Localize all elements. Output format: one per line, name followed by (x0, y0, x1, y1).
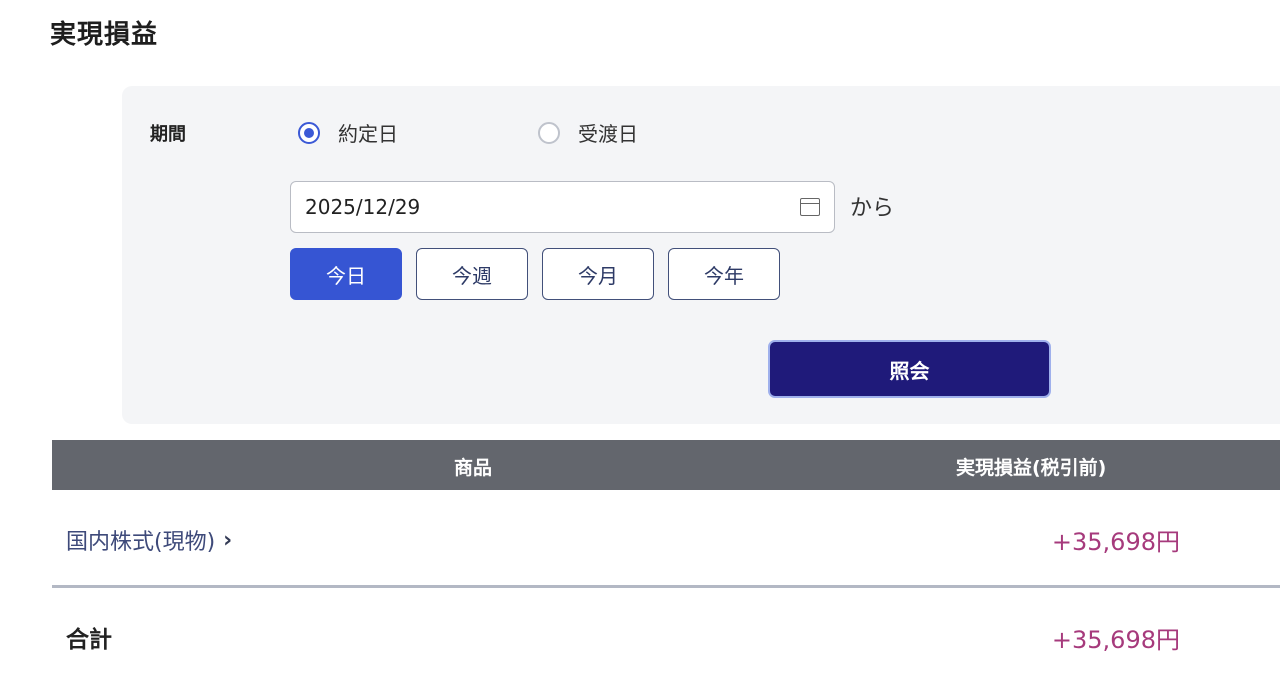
this-month-button[interactable]: 今月 (542, 248, 654, 300)
period-label: 期間 (150, 124, 186, 145)
row-value: +35,698円 (1051, 528, 1180, 556)
date-suffix: から (850, 196, 895, 221)
header-product: 商品 (454, 457, 493, 479)
radio-settlement-date-label: 受渡日 (578, 122, 638, 146)
this-year-button[interactable]: 今年 (668, 248, 780, 300)
header-realized-pl: 実現損益(税引前) (956, 457, 1107, 479)
radio-trade-date-control[interactable] (298, 121, 320, 144)
radio-trade-date-label: 約定日 (338, 122, 398, 146)
today-button[interactable]: 今日 (290, 248, 402, 300)
calendar-icon[interactable] (800, 198, 820, 216)
total-row: 合計 +35,698円 (52, 588, 1280, 684)
radio-settlement-date-control[interactable] (538, 121, 560, 144)
radio-trade-date[interactable]: 約定日 (298, 118, 398, 147)
total-label: 合計 (66, 627, 112, 653)
page-title: 実現損益 (50, 20, 159, 50)
product-name: 国内株式(現物) (66, 530, 216, 555)
table-row: 国内株式(現物) › +35,698円 (52, 490, 1280, 588)
product-link[interactable]: 国内株式(現物) › (66, 524, 232, 556)
pl-table: 商品 実現損益(税引前) 国内株式(現物) › +35,698円 合計 +35,… (52, 440, 1280, 684)
submit-button[interactable]: 照会 (768, 340, 1051, 398)
radio-settlement-date[interactable]: 受渡日 (538, 118, 638, 147)
chevron-right-icon: › (223, 527, 233, 553)
total-value: +35,698円 (1051, 626, 1180, 654)
date-input[interactable]: 2025/12/29 (290, 181, 835, 233)
table-header: 商品 実現損益(税引前) (52, 440, 1280, 490)
quick-buttons: 今日 今週 今月 今年 (290, 248, 780, 300)
this-week-button[interactable]: 今週 (416, 248, 528, 300)
date-input-value: 2025/12/29 (305, 195, 421, 219)
